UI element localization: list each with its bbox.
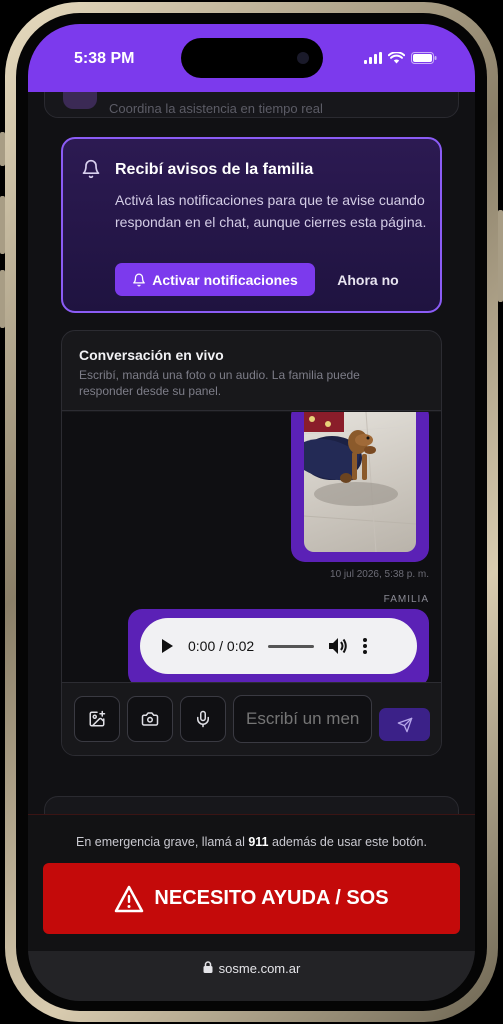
attach-image-button[interactable]	[74, 696, 120, 742]
page-content: Coordina la asistencia en tiempo real Re…	[28, 92, 475, 814]
more-options-icon[interactable]	[362, 637, 368, 655]
audio-message: 0:00 / 0:02	[128, 609, 429, 682]
action-button	[0, 132, 5, 166]
not-now-button[interactable]: Ahora no	[331, 263, 405, 296]
status-time: 5:38 PM	[74, 50, 135, 67]
send-icon	[397, 717, 412, 732]
status-bar: 5:38 PM	[28, 24, 475, 92]
next-card	[44, 796, 459, 814]
message-sender: FAMILIA	[383, 594, 429, 605]
battery-icon	[411, 52, 437, 64]
message-timestamp: 10 jul 2026, 5:38 p. m.	[330, 569, 429, 580]
bell-icon	[82, 159, 100, 179]
audio-progress-track[interactable]	[268, 644, 315, 648]
play-icon[interactable]	[160, 638, 174, 654]
send-button[interactable]	[379, 708, 430, 741]
header-avatar	[63, 92, 97, 109]
browser-url-bar[interactable]: sosme.com.ar	[28, 951, 475, 1001]
warning-text-end: además de usar este botón.	[268, 835, 427, 849]
header-card: Coordina la asistencia en tiempo real	[44, 92, 459, 118]
activate-notifications-button[interactable]: Activar notificaciones	[115, 263, 315, 296]
message-input[interactable]	[233, 695, 372, 743]
emergency-warning: En emergencia grave, llamá al 911 además…	[28, 835, 475, 849]
lock-icon	[203, 961, 213, 973]
volume-down-button	[0, 270, 5, 328]
camera-button[interactable]	[127, 696, 173, 742]
bell-icon	[133, 273, 146, 286]
chat-panel: Conversación en vivo Escribí, mandá una …	[61, 330, 442, 756]
wifi-icon	[388, 52, 405, 64]
image-message	[291, 412, 429, 562]
header-subtitle: Coordina la asistencia en tiempo real	[109, 101, 323, 116]
dog-image	[304, 412, 416, 552]
sos-label: NECESITO AYUDA / SOS	[154, 887, 389, 909]
notification-body: Activá las notificaciones para que te av…	[115, 192, 427, 230]
emergency-number: 911	[248, 835, 269, 849]
sos-button[interactable]: NECESITO AYUDA / SOS	[43, 863, 460, 934]
message-list[interactable]: 10 jul 2026, 5:38 p. m. FAMILIA 0:00 / 0…	[62, 412, 441, 682]
power-button	[498, 210, 503, 302]
activate-notifications-label: Activar notificaciones	[152, 271, 298, 288]
image-upload-icon	[89, 710, 106, 727]
status-icons	[364, 52, 437, 64]
phone-screen: 5:38 PM Coordina la asistencia en tiempo…	[28, 24, 475, 1001]
notification-prompt: Recibí avisos de la familia Activá las n…	[61, 137, 442, 313]
chat-subtitle: Escribí, mandá una foto o un audio. La f…	[79, 368, 360, 398]
dynamic-island	[181, 38, 323, 78]
volume-up-button	[0, 196, 5, 254]
signal-icon	[364, 52, 382, 64]
dog-photo[interactable]	[304, 412, 416, 552]
url-text: sosme.com.ar	[218, 961, 301, 976]
warning-text-start: En emergencia grave, llamá al	[76, 835, 249, 849]
audio-player: 0:00 / 0:02	[140, 618, 417, 674]
sos-footer: En emergencia grave, llamá al 911 además…	[28, 814, 475, 951]
record-audio-button[interactable]	[180, 696, 226, 742]
camera-icon	[141, 712, 159, 726]
volume-icon[interactable]	[328, 637, 348, 655]
audio-time: 0:00 / 0:02	[188, 638, 255, 654]
warning-icon	[115, 885, 144, 912]
microphone-icon	[197, 710, 209, 728]
message-composer	[62, 682, 441, 755]
chat-title: Conversación en vivo	[79, 347, 224, 363]
chat-header: Conversación en vivo Escribí, mandá una …	[62, 331, 441, 411]
notification-title: Recibí avisos de la familia	[115, 161, 314, 178]
